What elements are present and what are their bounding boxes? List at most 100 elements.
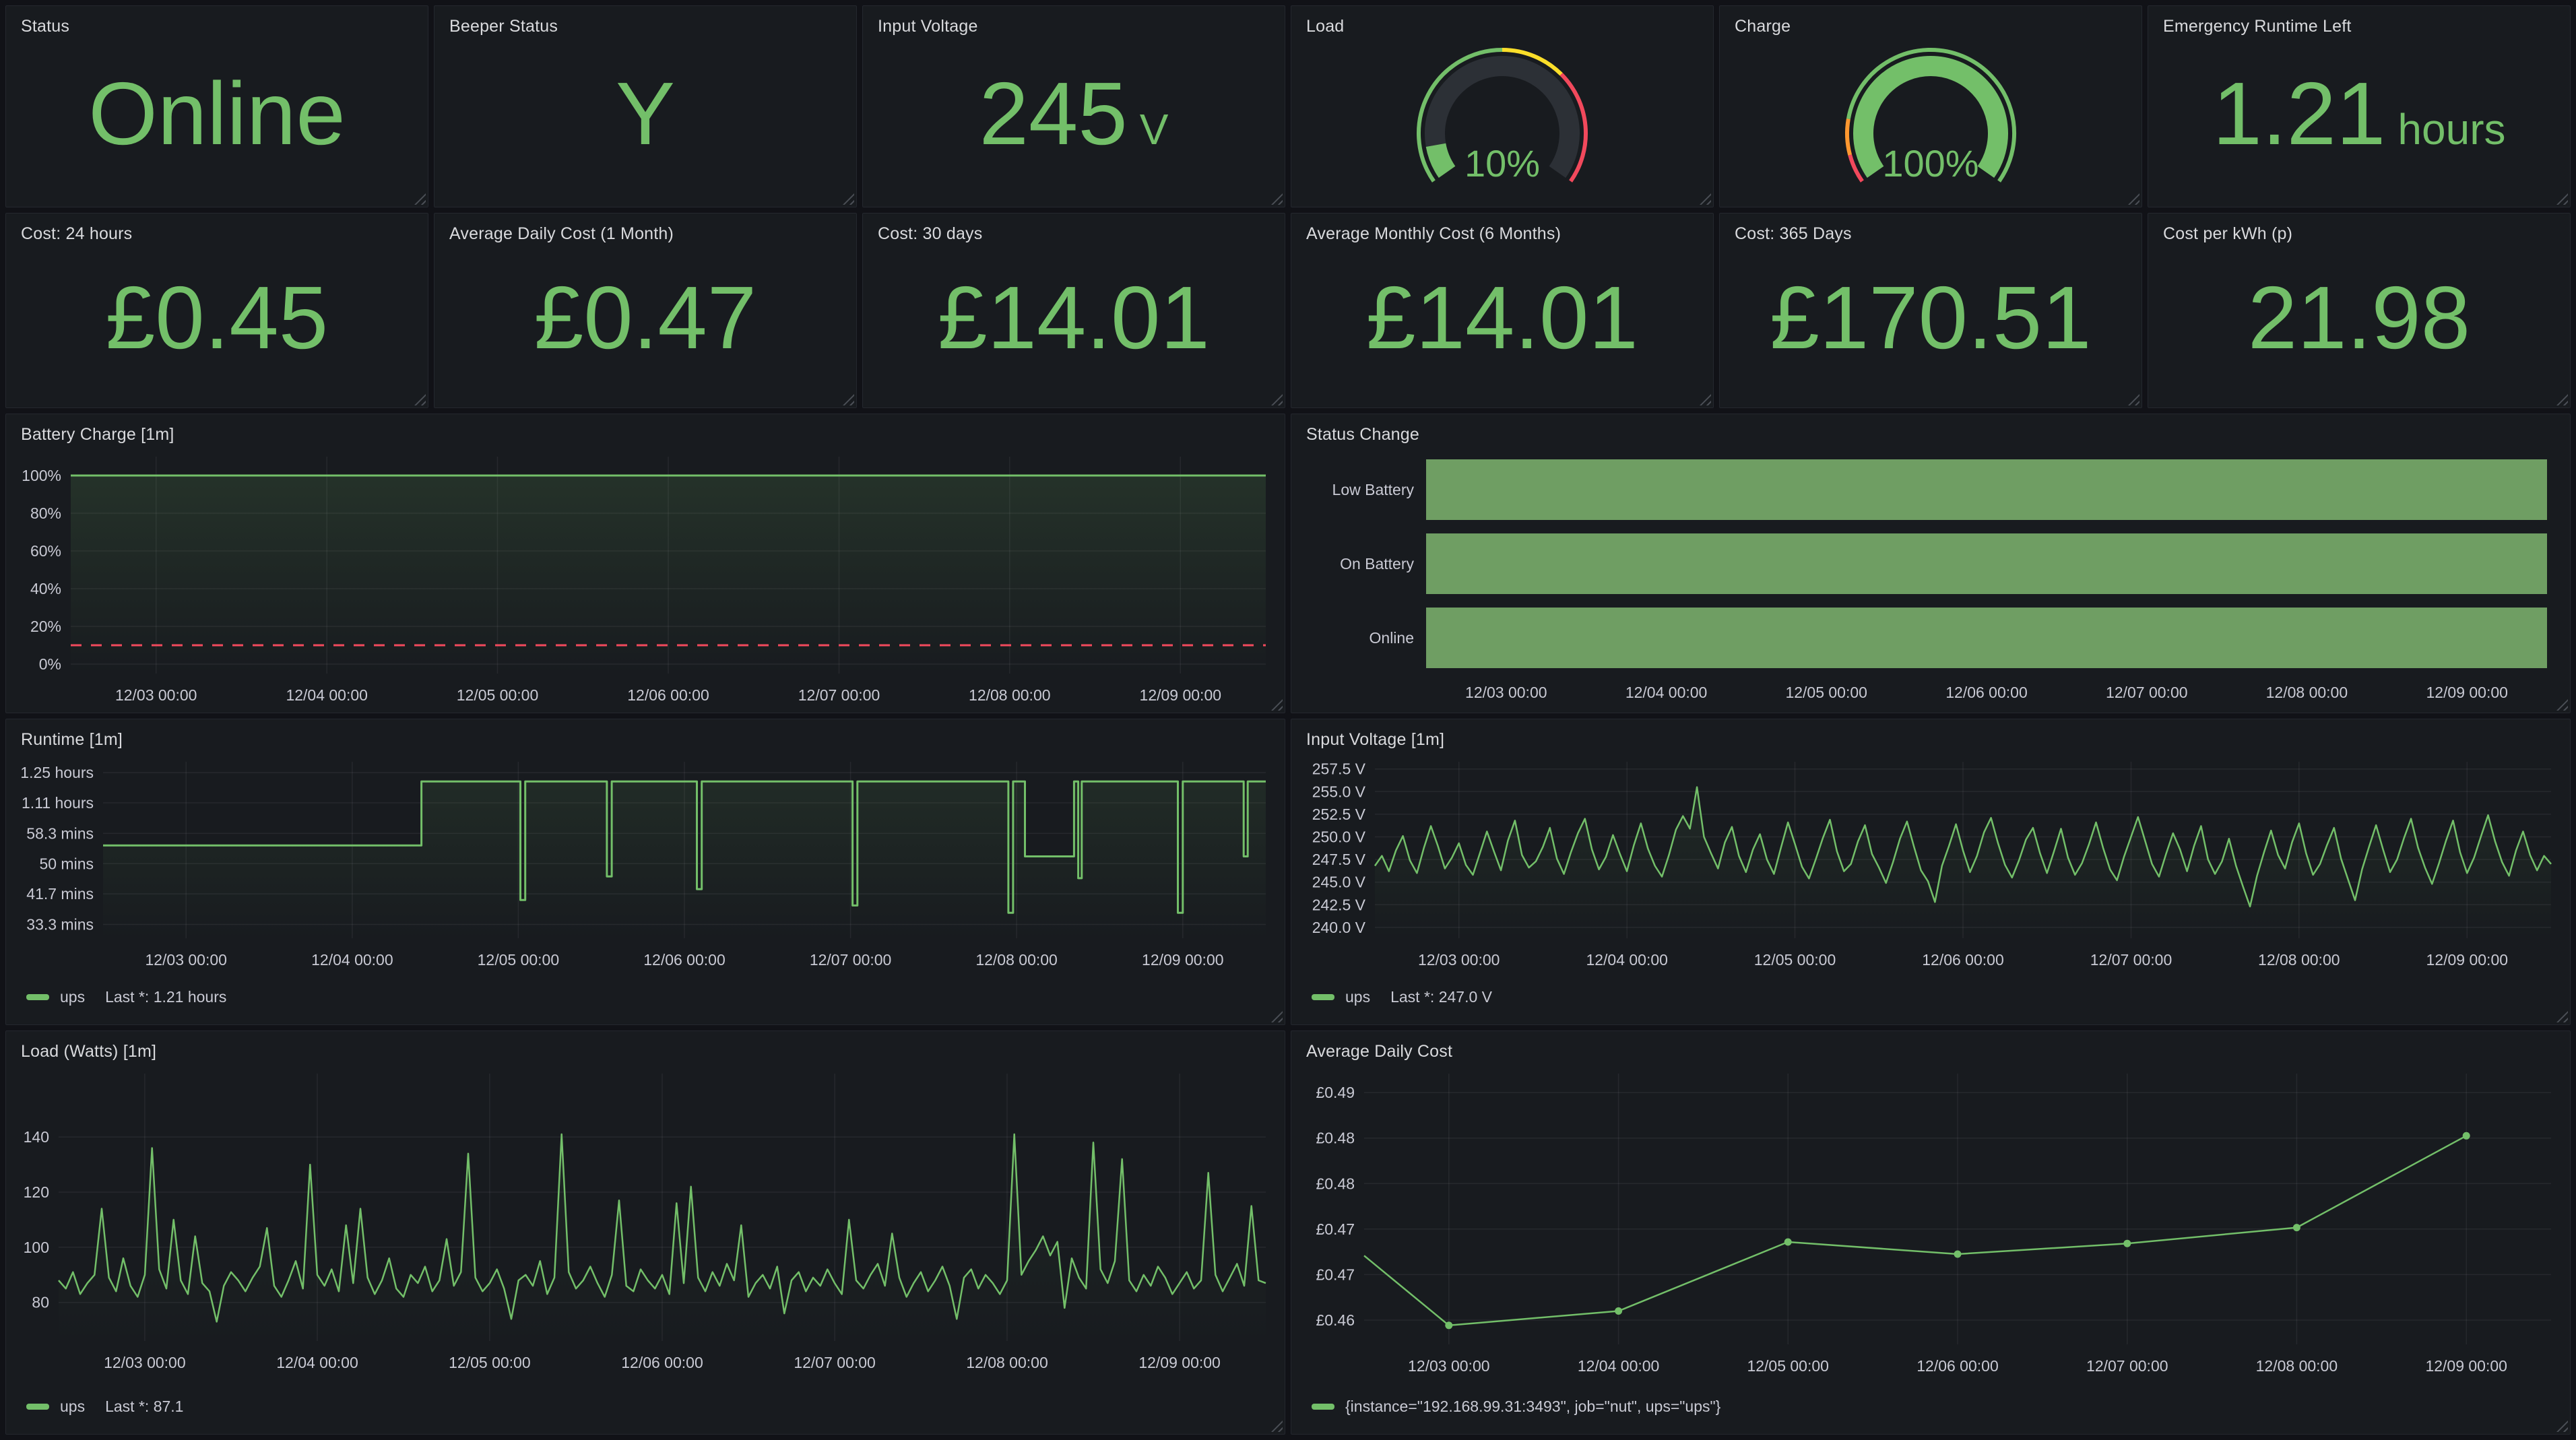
stat-body: £14.01 <box>1291 247 1713 407</box>
svg-text:£0.49: £0.49 <box>1316 1084 1355 1101</box>
avg-daily-cost-value: £0.47 <box>534 273 756 362</box>
svg-text:12/08 00:00: 12/08 00:00 <box>975 951 1058 969</box>
svg-text:12/05 00:00: 12/05 00:00 <box>1785 684 1867 701</box>
panel-title[interactable]: Cost: 365 Days <box>1720 214 2142 247</box>
series-swatch-icon[interactable] <box>1312 994 1334 1000</box>
panel-title[interactable]: Average Daily Cost (1 Month) <box>434 214 856 247</box>
panel-cost-24h: Cost: 24 hours £0.45 <box>5 213 428 408</box>
svg-text:40%: 40% <box>30 580 61 597</box>
legend: {instance="192.168.99.31:3493", job="nut… <box>1291 1387 2570 1434</box>
svg-text:252.5 V: 252.5 V <box>1312 806 1366 823</box>
svg-text:100: 100 <box>24 1239 49 1256</box>
stat-body: £0.47 <box>434 247 856 407</box>
panel-charge-gauge: Charge 100% <box>1719 5 2142 207</box>
chart-row-2: Runtime [1m] 12/03 00:0012/04 00:0012/05… <box>5 719 2571 1025</box>
legend-label[interactable]: ups <box>60 988 85 1006</box>
runtime-unit: hours <box>2397 108 2505 151</box>
svg-text:12/07 00:00: 12/07 00:00 <box>810 951 892 969</box>
panel-title[interactable]: Input Voltage [1m] <box>1291 719 2570 752</box>
legend-label[interactable]: ups <box>60 1398 85 1416</box>
panel-title[interactable]: Emergency Runtime Left <box>2148 6 2570 39</box>
svg-text:255.0 V: 255.0 V <box>1312 783 1366 800</box>
battery-charge-plot[interactable]: 12/03 00:0012/04 00:0012/05 00:0012/06 0… <box>13 449 1278 713</box>
panel-title[interactable]: Average Daily Cost <box>1291 1031 2570 1064</box>
svg-text:58.3 mins: 58.3 mins <box>26 824 94 842</box>
stat-body: 21.98 <box>2148 247 2570 407</box>
svg-text:12/09 00:00: 12/09 00:00 <box>1138 1354 1221 1371</box>
svg-text:100%: 100% <box>22 467 61 484</box>
legend-label[interactable]: ups <box>1345 988 1370 1006</box>
svg-text:On Battery: On Battery <box>1340 555 1414 572</box>
panel-title[interactable]: Runtime [1m] <box>6 719 1285 752</box>
average-daily-cost-plot[interactable]: 12/03 00:0012/04 00:0012/05 00:0012/06 0… <box>1298 1066 2563 1387</box>
legend-last-value: Last *: 1.21 hours <box>105 988 226 1006</box>
svg-text:10%: 10% <box>1464 142 1540 185</box>
svg-text:12/06 00:00: 12/06 00:00 <box>643 951 726 969</box>
panel-title[interactable]: Load <box>1291 6 1713 39</box>
svg-text:12/06 00:00: 12/06 00:00 <box>621 1354 703 1371</box>
legend: ups Last *: 247.0 V <box>1291 977 2570 1024</box>
series-swatch-icon[interactable] <box>1312 1404 1334 1410</box>
panel-title[interactable]: Input Voltage <box>863 6 1285 39</box>
cost-per-kwh-value: 21.98 <box>2248 273 2470 362</box>
panel-title[interactable]: Load (Watts) [1m] <box>6 1031 1285 1064</box>
panel-title[interactable]: Status <box>6 6 428 39</box>
svg-text:12/08 00:00: 12/08 00:00 <box>969 686 1051 704</box>
panel-title[interactable]: Cost: 24 hours <box>6 214 428 247</box>
panel-title[interactable]: Status Change <box>1291 414 2570 447</box>
svg-text:£0.47: £0.47 <box>1316 1220 1355 1238</box>
stat-row-1: Status Online Beeper Status Y Input Volt… <box>5 5 2571 207</box>
svg-text:12/09 00:00: 12/09 00:00 <box>1142 951 1224 969</box>
panel-avg-monthly-cost: Average Monthly Cost (6 Months) £14.01 <box>1291 213 1714 408</box>
svg-text:12/08 00:00: 12/08 00:00 <box>2258 951 2340 969</box>
panel-title[interactable]: Beeper Status <box>434 6 856 39</box>
svg-text:£0.48: £0.48 <box>1316 1175 1355 1192</box>
panel-title[interactable]: Charge <box>1720 6 2142 39</box>
svg-text:100%: 100% <box>1882 142 1978 185</box>
load-watts-plot[interactable]: 12/03 00:0012/04 00:0012/05 00:0012/06 0… <box>13 1066 1278 1387</box>
svg-text:20%: 20% <box>30 618 61 635</box>
svg-text:£0.48: £0.48 <box>1316 1130 1355 1147</box>
cost-30d-value: £14.01 <box>938 273 1210 362</box>
beeper-value: Y <box>616 69 675 158</box>
svg-text:140: 140 <box>24 1128 49 1146</box>
stat-body: Y <box>434 39 856 207</box>
svg-text:12/04 00:00: 12/04 00:00 <box>1625 684 1708 701</box>
input-voltage-plot[interactable]: 12/03 00:0012/04 00:0012/05 00:0012/06 0… <box>1298 754 2563 977</box>
svg-text:12/09 00:00: 12/09 00:00 <box>2426 951 2509 969</box>
panel-avg-daily-cost-month: Average Daily Cost (1 Month) £0.47 <box>434 213 857 408</box>
legend-label[interactable]: {instance="192.168.99.31:3493", job="nut… <box>1345 1398 1720 1416</box>
legend-last-value: Last *: 87.1 <box>105 1398 183 1416</box>
panel-load-watts: Load (Watts) [1m] 12/03 00:0012/04 00:00… <box>5 1030 1285 1435</box>
runtime-plot[interactable]: 12/03 00:0012/04 00:0012/05 00:0012/06 0… <box>13 754 1278 977</box>
svg-text:£0.46: £0.46 <box>1316 1311 1355 1329</box>
svg-text:12/05 00:00: 12/05 00:00 <box>1754 951 1836 969</box>
series-swatch-icon[interactable] <box>26 1404 49 1410</box>
svg-text:12/03 00:00: 12/03 00:00 <box>145 951 227 969</box>
svg-text:80%: 80% <box>30 504 61 522</box>
panel-title[interactable]: Cost: 30 days <box>863 214 1285 247</box>
panel-cost-per-kwh: Cost per kWh (p) 21.98 <box>2148 213 2571 408</box>
svg-text:12/04 00:00: 12/04 00:00 <box>276 1354 358 1371</box>
svg-text:12/09 00:00: 12/09 00:00 <box>2426 684 2508 701</box>
panel-cost-30d: Cost: 30 days £14.01 <box>862 213 1285 408</box>
panel-title[interactable]: Cost per kWh (p) <box>2148 214 2570 247</box>
panel-load-gauge: Load 10% <box>1291 5 1714 207</box>
status-change-timeline[interactable]: Low BatteryOn BatteryOnline12/03 00:0012… <box>1298 449 2563 713</box>
svg-text:1.25 hours: 1.25 hours <box>20 764 94 781</box>
avg-monthly-cost-value: £14.01 <box>1366 273 1638 362</box>
runtime-value: 1.21 <box>2212 69 2385 158</box>
svg-text:12/05 00:00: 12/05 00:00 <box>1747 1357 1829 1375</box>
stat-body: 1.21 hours <box>2148 39 2570 207</box>
svg-text:242.5 V: 242.5 V <box>1312 896 1366 913</box>
series-swatch-icon[interactable] <box>26 994 49 1000</box>
svg-text:120: 120 <box>24 1183 49 1201</box>
stat-body: Online <box>6 39 428 207</box>
svg-text:12/07 00:00: 12/07 00:00 <box>2090 951 2172 969</box>
panel-cost-365d: Cost: 365 Days £170.51 <box>1719 213 2142 408</box>
svg-text:50 mins: 50 mins <box>39 855 94 872</box>
panel-title[interactable]: Average Monthly Cost (6 Months) <box>1291 214 1713 247</box>
panel-title[interactable]: Battery Charge [1m] <box>6 414 1285 447</box>
panel-beeper-status: Beeper Status Y <box>434 5 857 207</box>
svg-text:12/08 00:00: 12/08 00:00 <box>2266 684 2348 701</box>
